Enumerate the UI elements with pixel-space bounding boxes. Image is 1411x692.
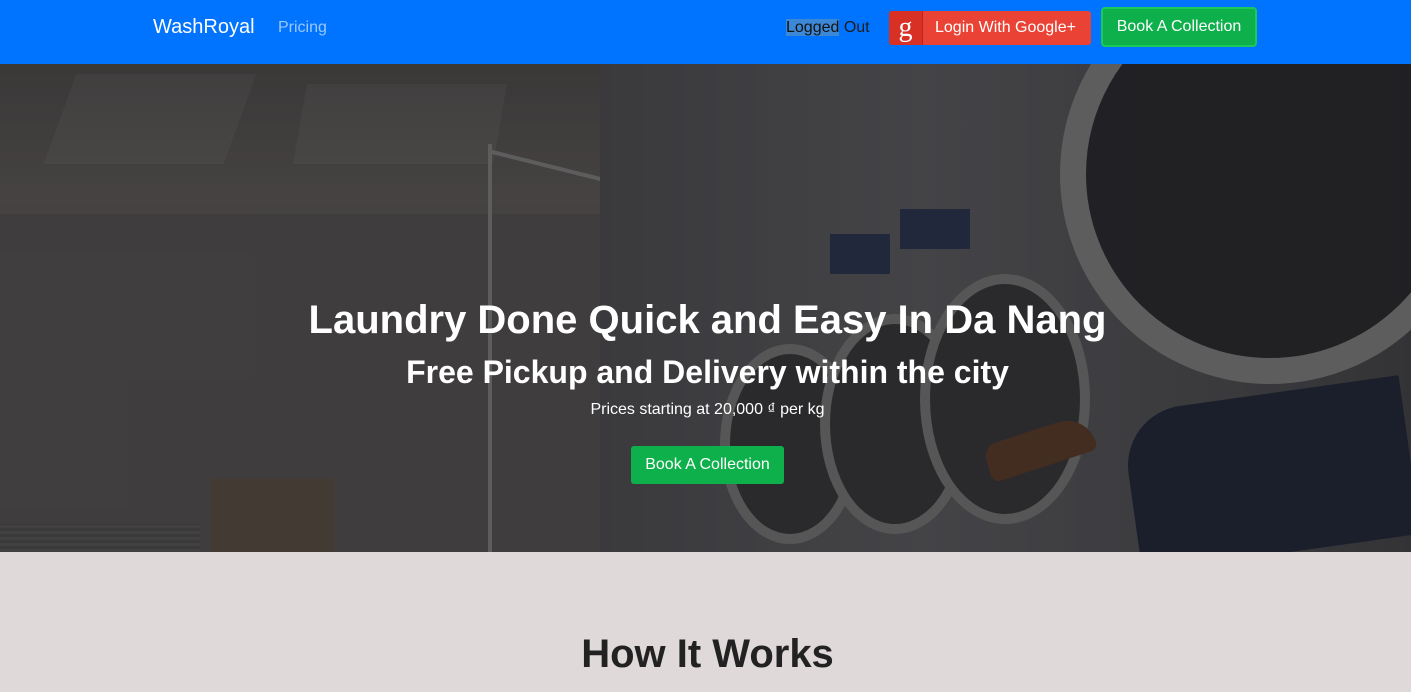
google-g-icon: g (889, 11, 923, 45)
hero-subtitle: Free Pickup and Delivery within the city (406, 354, 1009, 390)
login-with-google-button[interactable]: g Login With Google+ (889, 11, 1091, 45)
login-status-text: Logged Out (786, 19, 870, 37)
nav-link-pricing[interactable]: Pricing (278, 19, 327, 37)
how-it-works-title: How It Works (581, 632, 834, 676)
hero-book-collection-button[interactable]: Book A Collection (631, 446, 784, 484)
hero-section: Laundry Done Quick and Easy In Da Nang F… (0, 64, 1411, 552)
how-it-works-section: How It Works (0, 552, 1411, 692)
login-status-highlighted: Logged (786, 19, 840, 36)
login-status-rest: Out (839, 19, 870, 36)
nav-book-collection-button[interactable]: Book A Collection (1101, 7, 1257, 47)
brand-logo-link[interactable]: WashRoyal (153, 16, 255, 39)
login-with-google-label: Login With Google+ (935, 19, 1076, 36)
hero-price-line: Prices starting at 20,000 ₫ per kg (590, 401, 825, 418)
top-navbar: WashRoyal Pricing Logged Out g Login Wit… (0, 0, 1411, 64)
hero-title: Laundry Done Quick and Easy In Da Nang (308, 298, 1107, 342)
